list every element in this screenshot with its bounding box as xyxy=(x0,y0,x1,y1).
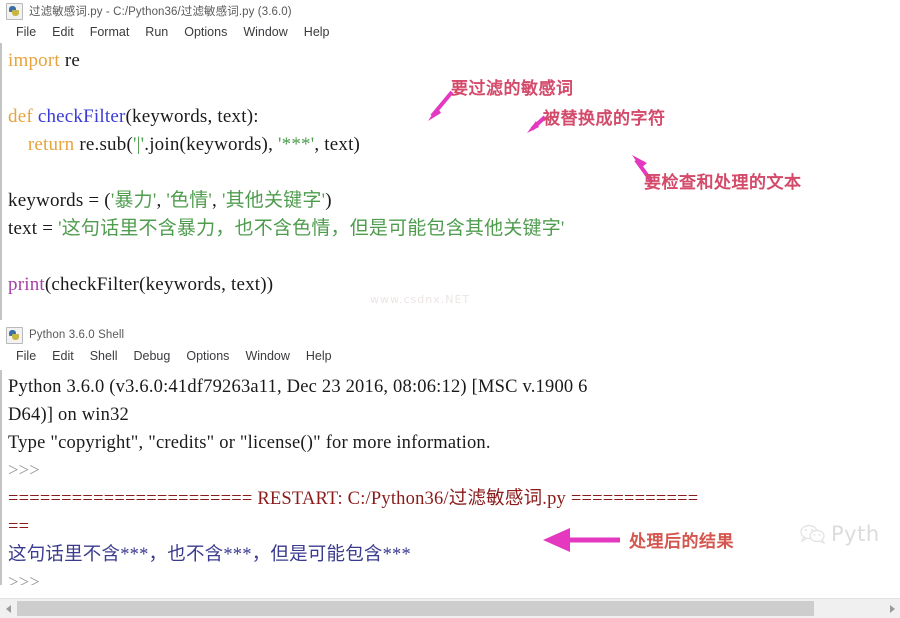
shell-line: Type "copyright", "credits" or "license(… xyxy=(8,430,900,458)
code-token: keywords = ( xyxy=(8,190,111,211)
code-token: ============ xyxy=(566,489,699,509)
code-token: '|' xyxy=(132,134,145,155)
shell-text-area[interactable]: Python 3.6.0 (v3.6.0:41df79263a11, Dec 2… xyxy=(0,370,900,585)
code-token: == xyxy=(8,517,30,537)
editor-menu-options[interactable]: Options xyxy=(176,24,235,41)
scroll-right-arrow-icon[interactable] xyxy=(883,600,900,617)
watermark-text: Pyth xyxy=(831,522,880,546)
wechat-icon xyxy=(800,524,826,544)
shell-menubar: File Edit Shell Debug Options Window Hel… xyxy=(0,346,900,367)
shell-menu-options[interactable]: Options xyxy=(178,348,237,365)
python-shell-icon xyxy=(6,326,23,344)
editor-menu-window[interactable]: Window xyxy=(235,24,295,41)
code-token: (checkFilter(keywords, text)) xyxy=(44,274,274,295)
shell-titlebar: Python 3.6.0 Shell xyxy=(0,324,900,346)
code-token: ) xyxy=(325,190,332,211)
python-file-icon xyxy=(6,2,23,20)
scrollbar-track[interactable] xyxy=(17,600,883,617)
code-token: re xyxy=(59,50,80,71)
shell-menu-file[interactable]: File xyxy=(8,348,44,365)
watermark: Pyth xyxy=(800,522,880,546)
code-token: '其他关键字' xyxy=(221,190,326,211)
code-token: checkFilter xyxy=(37,106,126,127)
scroll-left-arrow-icon[interactable] xyxy=(0,600,17,617)
editor-titlebar: 过滤敏感词.py - C:/Python36/过滤敏感词.py (3.6.0) xyxy=(0,0,900,22)
shell-menu-debug[interactable]: Debug xyxy=(126,348,179,365)
code-token: 过滤敏感词.py xyxy=(448,489,566,509)
code-token: def xyxy=(8,106,33,127)
annotation-filter-words: 要过滤的敏感词 xyxy=(451,79,574,99)
shell-line: D64)] on win32 xyxy=(8,402,900,430)
editor-menu-run[interactable]: Run xyxy=(137,24,176,41)
shell-menu-window[interactable]: Window xyxy=(237,348,297,365)
annotation-target-text: 要检查和处理的文本 xyxy=(644,173,802,193)
idle-screenshot: 过滤敏感词.py - C:/Python36/过滤敏感词.py (3.6.0) … xyxy=(0,0,900,618)
code-token: , xyxy=(156,190,167,211)
shell-window: Python 3.6.0 Shell File Edit Shell Debug… xyxy=(0,324,900,618)
shell-line: >>> xyxy=(8,458,900,486)
editor-menu-format[interactable]: Format xyxy=(82,24,138,41)
code-token: , text) xyxy=(314,134,361,155)
code-token: , xyxy=(212,190,222,211)
code-line: def checkFilter(keywords, text): xyxy=(8,103,900,131)
code-token: >>> xyxy=(8,461,40,481)
code-token: >>> xyxy=(8,573,40,585)
shell-line: Python 3.6.0 (v3.6.0:41df79263a11, Dec 2… xyxy=(8,374,900,402)
editor-title: 过滤敏感词.py - C:/Python36/过滤敏感词.py (3.6.0) xyxy=(29,6,292,18)
annotation-replacement: 被替换成的字符 xyxy=(543,109,666,129)
code-token: 这句话里不含***，也不含***，但是可能包含*** xyxy=(8,545,411,565)
code-token: Python 3.6.0 (v3.6.0:41df79263a11, Dec 2… xyxy=(8,377,588,397)
code-token: ======================= RESTART: C:/Pyth… xyxy=(8,489,449,509)
annotation-result: 处理后的结果 xyxy=(629,532,734,552)
code-token: print xyxy=(8,274,45,295)
code-token: text = xyxy=(8,218,59,239)
code-token: D64)] on win32 xyxy=(8,405,129,425)
code-token: return xyxy=(27,134,75,155)
code-token: re.sub( xyxy=(74,134,133,155)
code-token: '这句话里不含暴力，也不含色情，但是可能包含其他关键字' xyxy=(58,218,565,239)
shell-menu-shell[interactable]: Shell xyxy=(82,348,126,365)
editor-menu-file[interactable]: File xyxy=(8,24,44,41)
code-token: '色情' xyxy=(166,190,213,211)
code-token: Type "copyright", "credits" or "license(… xyxy=(8,433,491,453)
shell-line: == xyxy=(8,514,900,542)
code-line: return re.sub('|'.join(keywords), '***',… xyxy=(8,131,900,159)
shell-title: Python 3.6.0 Shell xyxy=(29,329,125,341)
shell-menu-help[interactable]: Help xyxy=(298,348,340,365)
code-token: '***' xyxy=(278,134,315,155)
code-token: '暴力' xyxy=(110,190,157,211)
editor-menu-edit[interactable]: Edit xyxy=(44,24,82,41)
shell-line: 这句话里不含***，也不含***，但是可能包含*** xyxy=(8,542,900,570)
horizontal-scrollbar[interactable] xyxy=(0,598,900,618)
editor-menu-help[interactable]: Help xyxy=(296,24,338,41)
code-line: text = '这句话里不含暴力，也不含色情，但是可能包含其他关键字' xyxy=(8,215,900,243)
shell-output[interactable]: Python 3.6.0 (v3.6.0:41df79263a11, Dec 2… xyxy=(2,370,900,585)
code-token: (keywords, text): xyxy=(125,106,259,127)
editor-window: 过滤敏感词.py - C:/Python36/过滤敏感词.py (3.6.0) … xyxy=(0,0,900,320)
shell-line: >>> xyxy=(8,570,900,585)
code-token: .join(keywords), xyxy=(144,134,278,155)
code-line: import re xyxy=(8,47,900,75)
editor-menubar: File Edit Format Run Options Window Help xyxy=(0,22,900,43)
shell-menu-edit[interactable]: Edit xyxy=(44,348,82,365)
code-token: import xyxy=(8,50,60,71)
shell-line: ======================= RESTART: C:/Pyth… xyxy=(8,486,900,514)
scrollbar-thumb[interactable] xyxy=(17,601,814,616)
faint-watermark-text: www.csdnx.NET xyxy=(370,293,471,306)
